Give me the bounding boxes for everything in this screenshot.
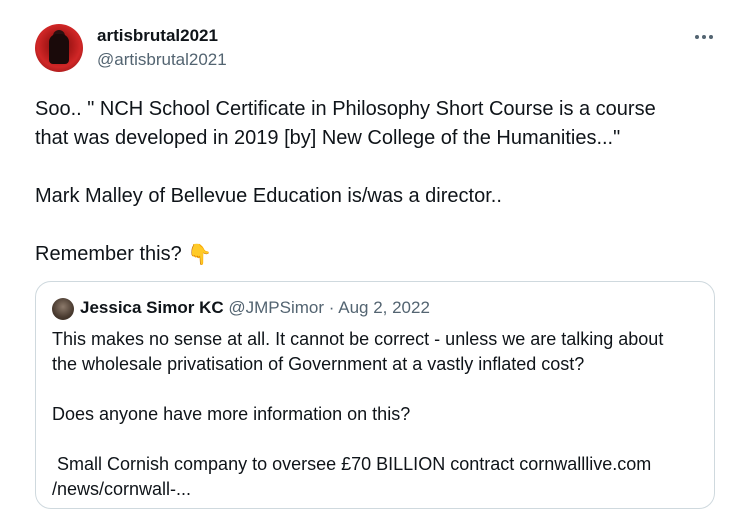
quoted-line: /news/cornwall-...: [52, 479, 192, 499]
dot: [709, 35, 713, 39]
pointing-down-emoji-icon: 👇: [187, 244, 213, 266]
tweet-line-last: Remember this? 👇: [35, 240, 715, 270]
author-handle[interactable]: @artisbrutal2021: [97, 50, 227, 70]
quoted-line: Does anyone have more information on thi…: [52, 404, 411, 424]
dot: [702, 35, 706, 39]
quoted-text: This makes no sense at all. It cannot be…: [52, 327, 702, 502]
quoted-separator: ·: [328, 298, 335, 317]
tweet-line: Mark Malley of Bellevue Education is/was…: [35, 185, 502, 207]
quoted-line: the wholesale privatisation of Governmen…: [52, 354, 585, 374]
quoted-header: Jessica Simor KC @JMPSimor · Aug 2, 2022: [80, 298, 430, 318]
quoted-line: Small Cornish company to oversee £70 BIL…: [52, 454, 652, 474]
author-avatar[interactable]: [35, 24, 83, 72]
quoted-line: This makes no sense at all. It cannot be…: [52, 329, 664, 349]
author-display-name[interactable]: artisbrutal2021: [97, 26, 218, 46]
tweet[interactable]: artisbrutal2021 @artisbrutal2021 Soo.. "…: [0, 0, 733, 515]
tweet-line: that was developed in 2019 [by] New Coll…: [35, 127, 621, 149]
quoted-tweet-card[interactable]: Jessica Simor KC @JMPSimor · Aug 2, 2022…: [35, 281, 715, 509]
tweet-line-text: Remember this?: [35, 243, 182, 265]
avatar-figure-body: [49, 34, 69, 64]
tweet-text: Soo.. " NCH School Certificate in Philos…: [35, 95, 715, 270]
quoted-display-name: Jessica Simor KC: [80, 298, 224, 317]
dot: [695, 35, 699, 39]
tweet-line: Soo.. " NCH School Certificate in Philos…: [35, 98, 656, 120]
quoted-handle: @JMPSimor: [228, 298, 325, 317]
quoted-author-avatar: [52, 298, 74, 320]
more-options-icon[interactable]: [692, 27, 716, 47]
quoted-date: Aug 2, 2022: [338, 298, 430, 317]
